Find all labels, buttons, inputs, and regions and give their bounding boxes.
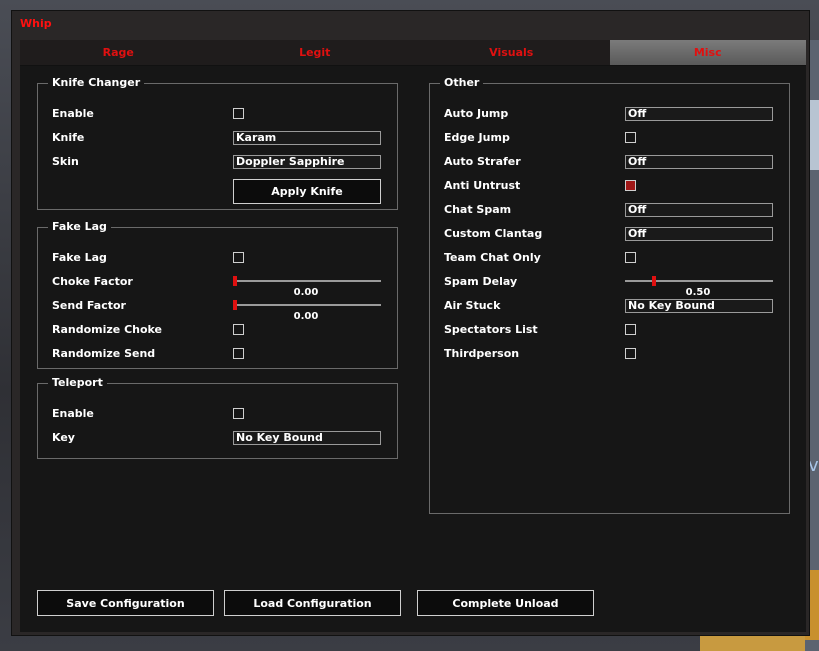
fake-lag-checkbox[interactable] (233, 252, 244, 263)
menu-window: Whip Rage Legit Visuals Misc Knife Chang… (11, 10, 810, 636)
knife-changer-title: Knife Changer (48, 76, 145, 89)
teleport-enable-label: Enable (52, 407, 94, 420)
randomize-send-checkbox[interactable] (233, 348, 244, 359)
save-configuration-button[interactable]: Save Configuration (37, 590, 214, 616)
fake-lag-title: Fake Lag (48, 220, 111, 233)
tab-misc[interactable]: Misc (609, 40, 806, 65)
teleport-group: Teleport Enable Key No Key Bound (37, 376, 398, 459)
auto-jump-select[interactable]: Off (625, 107, 773, 121)
chat-spam-select[interactable]: Off (625, 203, 773, 217)
air-stuck-label: Air Stuck (444, 299, 501, 312)
auto-strafer-select[interactable]: Off (625, 155, 773, 169)
spam-delay-value: 0.50 (685, 287, 711, 298)
auto-strafer-label: Auto Strafer (444, 155, 521, 168)
thirdperson-checkbox[interactable] (625, 348, 636, 359)
team-chat-only-label: Team Chat Only (444, 251, 541, 264)
anti-untrust-label: Anti Untrust (444, 179, 521, 192)
chat-spam-label: Chat Spam (444, 203, 512, 216)
send-factor-value: 0.00 (293, 311, 319, 322)
randomize-choke-checkbox[interactable] (233, 324, 244, 335)
spectators-list-checkbox[interactable] (625, 324, 636, 335)
knife-changer-group: Knife Changer Enable Knife Karam Skin Do… (37, 76, 398, 210)
choke-factor-label: Choke Factor (52, 275, 133, 288)
edge-jump-label: Edge Jump (444, 131, 510, 144)
choke-factor-value: 0.00 (293, 287, 319, 298)
teleport-title: Teleport (48, 376, 107, 389)
fake-lag-label: Fake Lag (52, 251, 107, 264)
tab-bar: Rage Legit Visuals Misc (20, 40, 806, 66)
air-stuck-key-bind[interactable]: No Key Bound (625, 299, 773, 313)
send-factor-label: Send Factor (52, 299, 126, 312)
skin-select[interactable]: Doppler Sapphire (233, 155, 381, 169)
skin-label: Skin (52, 155, 79, 168)
edge-jump-checkbox[interactable] (625, 132, 636, 143)
send-factor-slider[interactable] (233, 304, 381, 306)
misc-panel: Knife Changer Enable Knife Karam Skin Do… (20, 66, 806, 632)
teleport-key-bind[interactable]: No Key Bound (233, 431, 381, 445)
tab-rage[interactable]: Rage (20, 40, 217, 65)
spectators-list-label: Spectators List (444, 323, 538, 336)
apply-knife-button[interactable]: Apply Knife (233, 179, 381, 204)
fake-lag-group: Fake Lag Fake Lag Choke Factor 0.00 Send… (37, 220, 398, 369)
spam-delay-slider[interactable] (625, 280, 773, 282)
tab-visuals[interactable]: Visuals (413, 40, 610, 65)
knife-label: Knife (52, 131, 85, 144)
spam-delay-thumb[interactable] (651, 276, 656, 286)
knife-select[interactable]: Karam (233, 131, 381, 145)
window-title: Whip (20, 17, 52, 30)
knife-enable-checkbox[interactable] (233, 108, 244, 119)
other-group: Other Auto Jump Off Edge Jump Auto Straf… (429, 76, 790, 514)
choke-factor-thumb[interactable] (233, 276, 237, 286)
team-chat-only-checkbox[interactable] (625, 252, 636, 263)
teleport-key-label: Key (52, 431, 75, 444)
teleport-enable-checkbox[interactable] (233, 408, 244, 419)
anti-untrust-checkbox[interactable] (625, 180, 636, 191)
choke-factor-slider[interactable] (233, 280, 381, 282)
randomize-send-label: Randomize Send (52, 347, 156, 360)
custom-clantag-select[interactable]: Off (625, 227, 773, 241)
spam-delay-label: Spam Delay (444, 275, 518, 288)
knife-enable-label: Enable (52, 107, 94, 120)
tab-legit[interactable]: Legit (217, 40, 414, 65)
other-title: Other (440, 76, 484, 89)
send-factor-thumb[interactable] (233, 300, 237, 310)
auto-jump-label: Auto Jump (444, 107, 509, 120)
randomize-choke-label: Randomize Choke (52, 323, 163, 336)
thirdperson-label: Thirdperson (444, 347, 520, 360)
load-configuration-button[interactable]: Load Configuration (224, 590, 401, 616)
complete-unload-button[interactable]: Complete Unload (417, 590, 594, 616)
custom-clantag-label: Custom Clantag (444, 227, 543, 240)
